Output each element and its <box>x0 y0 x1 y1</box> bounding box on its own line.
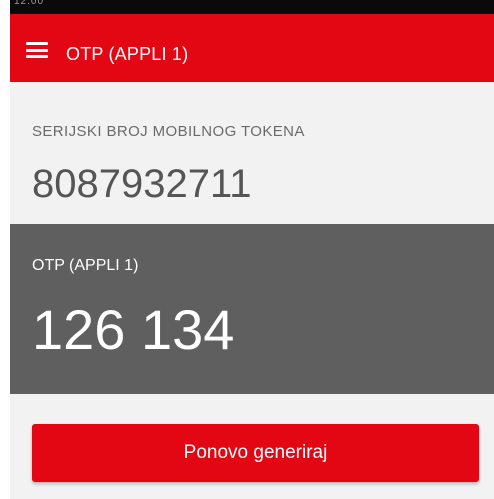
phone-screen: 12:00 OTP (APPLI 1) SERIJSKI BROJ MOBILN… <box>10 0 494 499</box>
otp-section: OTP (APPLI 1) 126 134 <box>10 224 494 394</box>
status-bar: 12:00 <box>10 0 494 14</box>
serial-label: SERIJSKI BROJ MOBILNOG TOKENA <box>32 123 305 140</box>
actions-area: Ponovo generiraj <box>10 394 494 499</box>
app-bar: OTP (APPLI 1) <box>10 14 494 82</box>
regenerate-button[interactable]: Ponovo generiraj <box>32 424 479 482</box>
app-title: OTP (APPLI 1) <box>66 44 189 64</box>
hamburger-menu-icon[interactable] <box>26 42 48 58</box>
status-time: 12:00 <box>14 0 45 7</box>
otp-label: OTP (APPLI 1) <box>32 257 139 274</box>
serial-section: SERIJSKI BROJ MOBILNOG TOKENA 8087932711 <box>10 82 494 224</box>
serial-value: 8087932711 <box>32 162 252 206</box>
otp-value: 126 134 <box>32 298 235 361</box>
